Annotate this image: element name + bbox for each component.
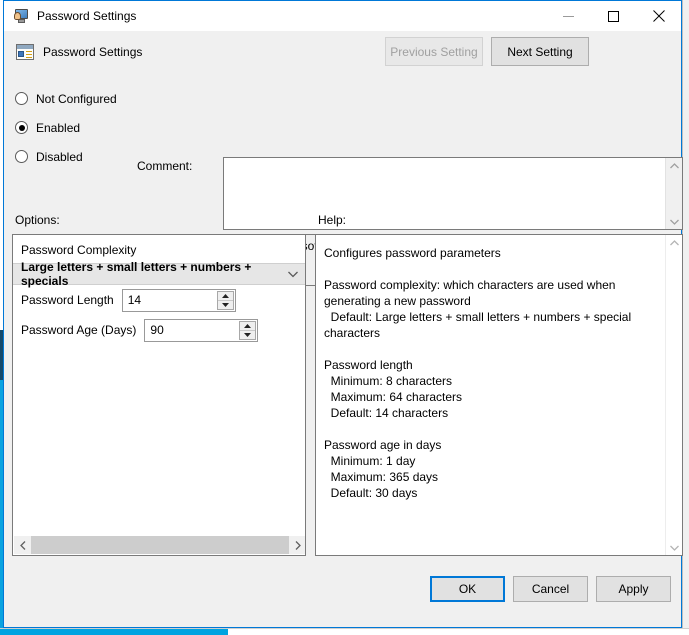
minimize-icon[interactable] [546, 1, 591, 31]
section-labels: Options: Help: [4, 208, 681, 234]
password-complexity-group-title: Password Complexity [21, 243, 137, 257]
radio-not-configured-label: Not Configured [36, 91, 117, 106]
password-complexity-value: Large letters + small letters + numbers … [21, 260, 252, 288]
background-bottom-accent [0, 629, 228, 635]
help-scrollbar[interactable] [665, 235, 682, 555]
password-length-value[interactable]: 14 [123, 290, 216, 311]
spinner-up-icon[interactable] [240, 321, 256, 331]
password-age-value[interactable]: 90 [145, 320, 238, 341]
password-age-spin-buttons[interactable] [239, 320, 257, 340]
options-label: Options: [15, 213, 60, 227]
window-title: Password Settings [37, 9, 137, 23]
setting-header: Password Settings Previous Setting Next … [4, 31, 681, 74]
background-right-strip [682, 0, 689, 635]
password-length-stepper[interactable]: 14 [121, 288, 236, 312]
policy-setting-icon [16, 43, 34, 61]
close-icon[interactable] [636, 1, 681, 31]
page-title: Password Settings [43, 45, 143, 59]
help-label: Help: [318, 213, 347, 227]
chevron-up-icon[interactable] [669, 238, 680, 247]
spinner-up-icon[interactable] [217, 291, 233, 301]
cancel-button[interactable]: Cancel [513, 576, 588, 602]
radio-disabled-mark [15, 150, 28, 163]
spinner-down-icon[interactable] [240, 330, 256, 339]
dialog-footer: OK Cancel Apply [4, 562, 681, 627]
apply-button[interactable]: Apply [596, 576, 671, 602]
radio-disabled-label: Disabled [36, 149, 83, 164]
ok-button[interactable]: OK [430, 576, 505, 602]
radio-disabled[interactable]: Disabled [15, 142, 140, 171]
radio-enabled-label: Enabled [36, 120, 81, 135]
help-text: Configures password parameters Password … [324, 246, 632, 500]
spinner-down-icon[interactable] [217, 300, 233, 309]
password-complexity-select[interactable]: Large letters + small letters + numbers … [13, 260, 305, 288]
previous-setting-button[interactable]: Previous Setting [385, 37, 483, 66]
radio-enabled-mark [15, 121, 28, 134]
comment-label: Comment: [137, 159, 193, 173]
password-age-label: Password Age (Days) [21, 323, 137, 337]
next-setting-button[interactable]: Next Setting [491, 37, 589, 66]
radio-not-configured[interactable]: Not Configured [15, 84, 140, 113]
options-scroll-track[interactable] [31, 536, 289, 554]
footer-buttons: OK Cancel Apply [430, 576, 671, 602]
password-length-row: Password Length 14 [13, 285, 305, 315]
chevron-up-icon[interactable] [669, 161, 680, 170]
chevron-right-icon[interactable] [289, 536, 305, 554]
chevron-left-icon[interactable] [14, 536, 31, 554]
options-horizontal-scrollbar[interactable] [14, 536, 305, 554]
help-panel: Configures password parameters Password … [315, 234, 683, 556]
password-age-row: Password Age (Days) 90 [13, 315, 305, 345]
panels-area: Password Complexity Large letters + smal… [4, 234, 683, 562]
state-radio-group: Not Configured Enabled Disabled [15, 84, 140, 171]
setting-nav-buttons: Previous Setting Next Setting [385, 37, 589, 66]
title-bar: Password Settings [4, 1, 681, 31]
computer-user-icon [13, 8, 29, 24]
password-age-stepper[interactable]: 90 [144, 318, 259, 342]
password-length-spin-buttons[interactable] [216, 290, 234, 310]
password-settings-dialog: Password Settings Password Settings Prev… [3, 0, 683, 628]
window-controls [546, 1, 681, 31]
chevron-down-icon[interactable] [669, 543, 680, 552]
password-length-label: Password Length [21, 293, 114, 307]
options-scroll-thumb[interactable] [31, 536, 289, 554]
state-and-comment-area: Not Configured Enabled Disabled Comment: [4, 74, 683, 286]
options-panel: Password Complexity Large letters + smal… [12, 234, 306, 556]
maximize-icon[interactable] [591, 1, 636, 31]
chevron-down-icon [288, 271, 299, 278]
radio-not-configured-mark [15, 92, 28, 105]
radio-enabled[interactable]: Enabled [15, 113, 140, 142]
